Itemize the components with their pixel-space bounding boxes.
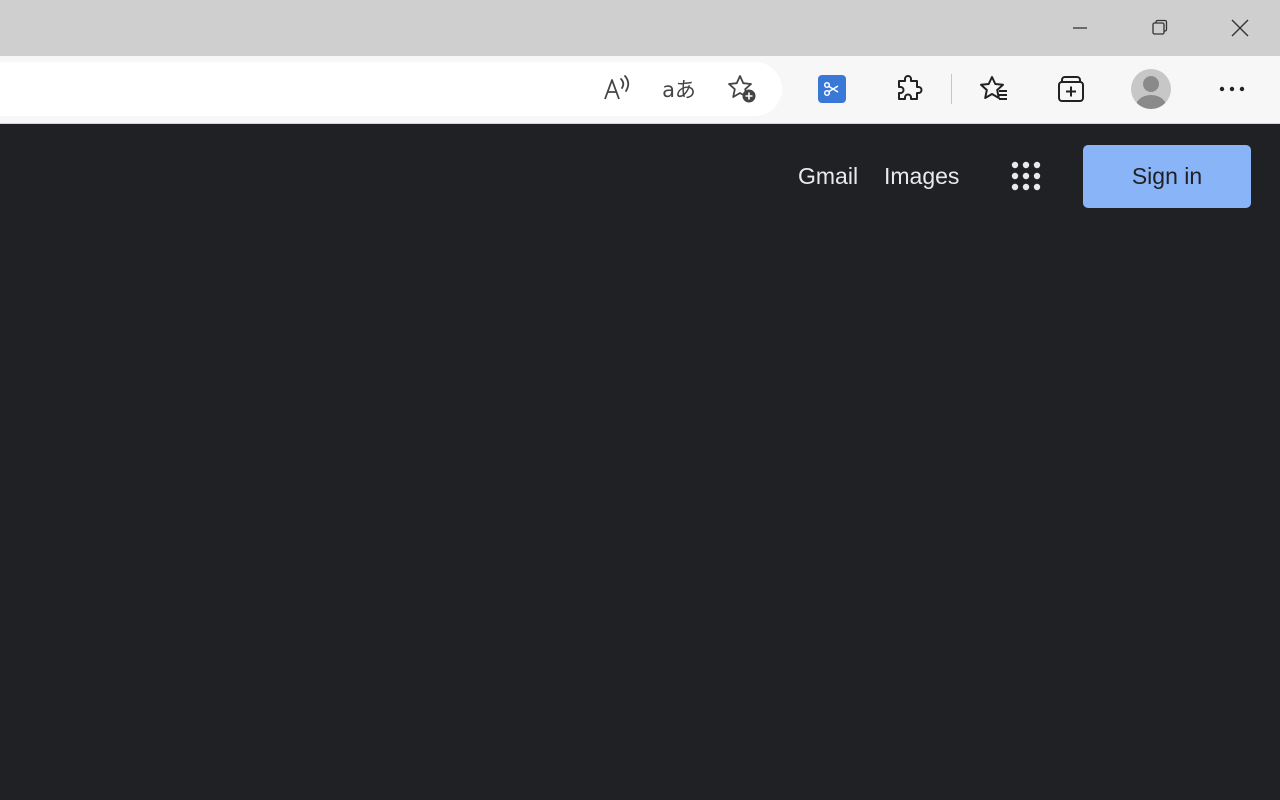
close-button[interactable]	[1200, 0, 1280, 56]
translate-icon: aあ	[662, 78, 696, 102]
collections-button[interactable]	[1049, 67, 1093, 111]
minimize-button[interactable]	[1040, 0, 1120, 56]
read-aloud-button[interactable]	[594, 67, 638, 111]
minimize-icon	[1073, 27, 1087, 29]
translate-button[interactable]: aあ	[657, 67, 701, 111]
more-options-icon	[1219, 86, 1245, 92]
extensions-button[interactable]	[887, 67, 931, 111]
more-options-button[interactable]	[1210, 67, 1254, 111]
profile-avatar-icon	[1131, 69, 1171, 109]
toolbar-divider	[951, 74, 952, 104]
add-favorite-button[interactable]	[720, 67, 764, 111]
restore-icon	[1152, 19, 1168, 35]
favorites-button[interactable]	[972, 67, 1016, 111]
restore-button[interactable]	[1120, 0, 1200, 56]
collections-icon	[1058, 76, 1084, 102]
google-apps-icon	[1011, 161, 1041, 191]
google-apps-button[interactable]	[1004, 154, 1048, 198]
web-capture-icon	[818, 75, 846, 103]
gmail-link[interactable]: Gmail	[798, 161, 858, 191]
address-bar[interactable]: aあ	[0, 62, 782, 116]
web-capture-button[interactable]	[810, 67, 854, 111]
add-favorite-icon	[728, 75, 756, 103]
read-aloud-icon	[604, 75, 630, 100]
profile-button[interactable]	[1129, 67, 1173, 111]
extensions-icon	[898, 75, 923, 100]
close-icon	[1231, 19, 1249, 37]
images-link[interactable]: Images	[884, 161, 959, 191]
sign-in-button[interactable]: Sign in	[1083, 145, 1251, 208]
window-title-bar	[0, 0, 1280, 56]
browser-toolbar: aあ	[0, 56, 1280, 124]
favorites-icon	[980, 76, 1007, 100]
page-content: Gmail Images Sign in	[0, 124, 1280, 800]
